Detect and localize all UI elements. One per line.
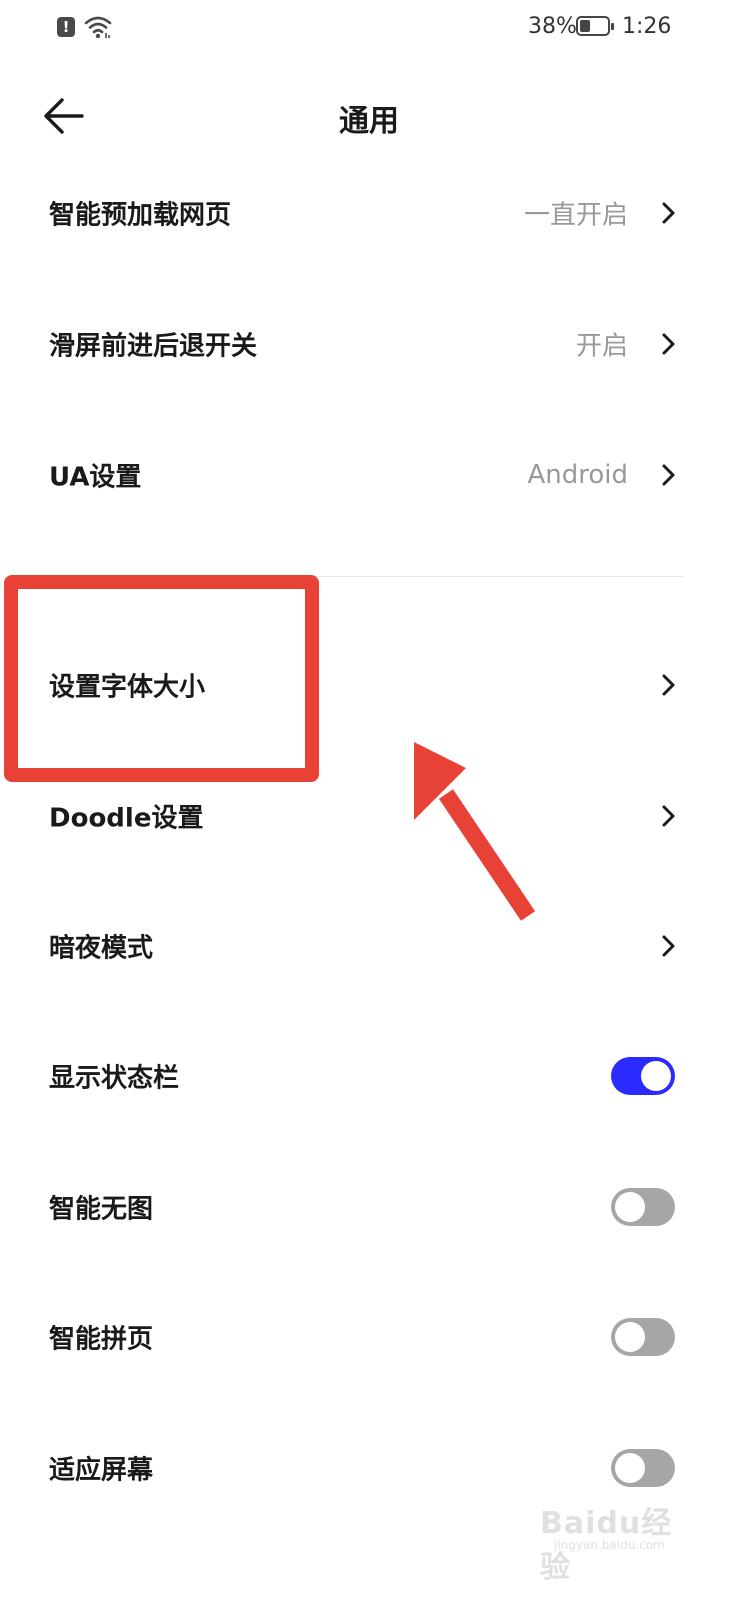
setting-label: 智能无图 <box>49 1194 154 1224</box>
setting-label: UA设置 <box>49 462 142 492</box>
setting-smart-no-image: 智能无图 <box>0 1141 738 1272</box>
setting-smart-preload[interactable]: 智能预加载网页 一直开启 <box>0 147 738 278</box>
smart-no-image-toggle[interactable] <box>611 1187 675 1226</box>
battery-percentage: 38% <box>528 14 577 39</box>
setting-smart-page-merge: 智能拼页 <box>0 1271 738 1402</box>
setting-doodle[interactable]: Doodle设置 <box>0 750 738 881</box>
status-bar-toggle[interactable] <box>611 1056 675 1095</box>
alert-icon: ! <box>57 17 75 37</box>
status-bar: ! 38% 1:26 <box>0 0 738 56</box>
setting-value: 一直开启 <box>523 200 628 230</box>
setting-night-mode[interactable]: 暗夜模式 <box>0 880 738 1011</box>
setting-font-size[interactable]: 设置字体大小 <box>0 619 738 750</box>
page-title: 通用 <box>339 104 399 139</box>
chevron-right-icon <box>662 464 675 485</box>
setting-label: 智能拼页 <box>49 1324 154 1354</box>
setting-ua[interactable]: UA设置 Android <box>0 409 738 540</box>
setting-fit-screen: 适应屏幕 <box>0 1402 738 1533</box>
chevron-right-icon <box>662 674 675 695</box>
battery-fill <box>580 20 590 32</box>
chevron-right-icon <box>662 333 675 354</box>
setting-value: 开启 <box>575 331 628 361</box>
clock: 1:26 <box>622 14 672 39</box>
setting-show-status-bar: 显示状态栏 <box>0 1010 738 1141</box>
chevron-right-icon <box>662 805 675 826</box>
setting-label: Doodle设置 <box>49 803 204 833</box>
setting-label: 暗夜模式 <box>49 933 154 963</box>
setting-label: 滑屏前进后退开关 <box>49 331 258 361</box>
setting-label: 智能预加载网页 <box>49 200 232 230</box>
setting-label: 适应屏幕 <box>49 1455 154 1485</box>
setting-label: 显示状态栏 <box>49 1063 180 1093</box>
wifi-icon <box>84 16 112 39</box>
smart-page-merge-toggle[interactable] <box>611 1317 675 1356</box>
section-divider <box>49 576 683 577</box>
battery-icon <box>576 16 614 36</box>
chevron-right-icon <box>662 935 675 956</box>
setting-value: Android <box>527 459 628 490</box>
setting-label: 设置字体大小 <box>49 672 206 702</box>
setting-swipe-navigation[interactable]: 滑屏前进后退开关 开启 <box>0 278 738 409</box>
chevron-right-icon <box>662 202 675 223</box>
fit-screen-toggle[interactable] <box>611 1448 675 1487</box>
watermark-url: jingyan.baidu.com <box>554 1538 665 1552</box>
